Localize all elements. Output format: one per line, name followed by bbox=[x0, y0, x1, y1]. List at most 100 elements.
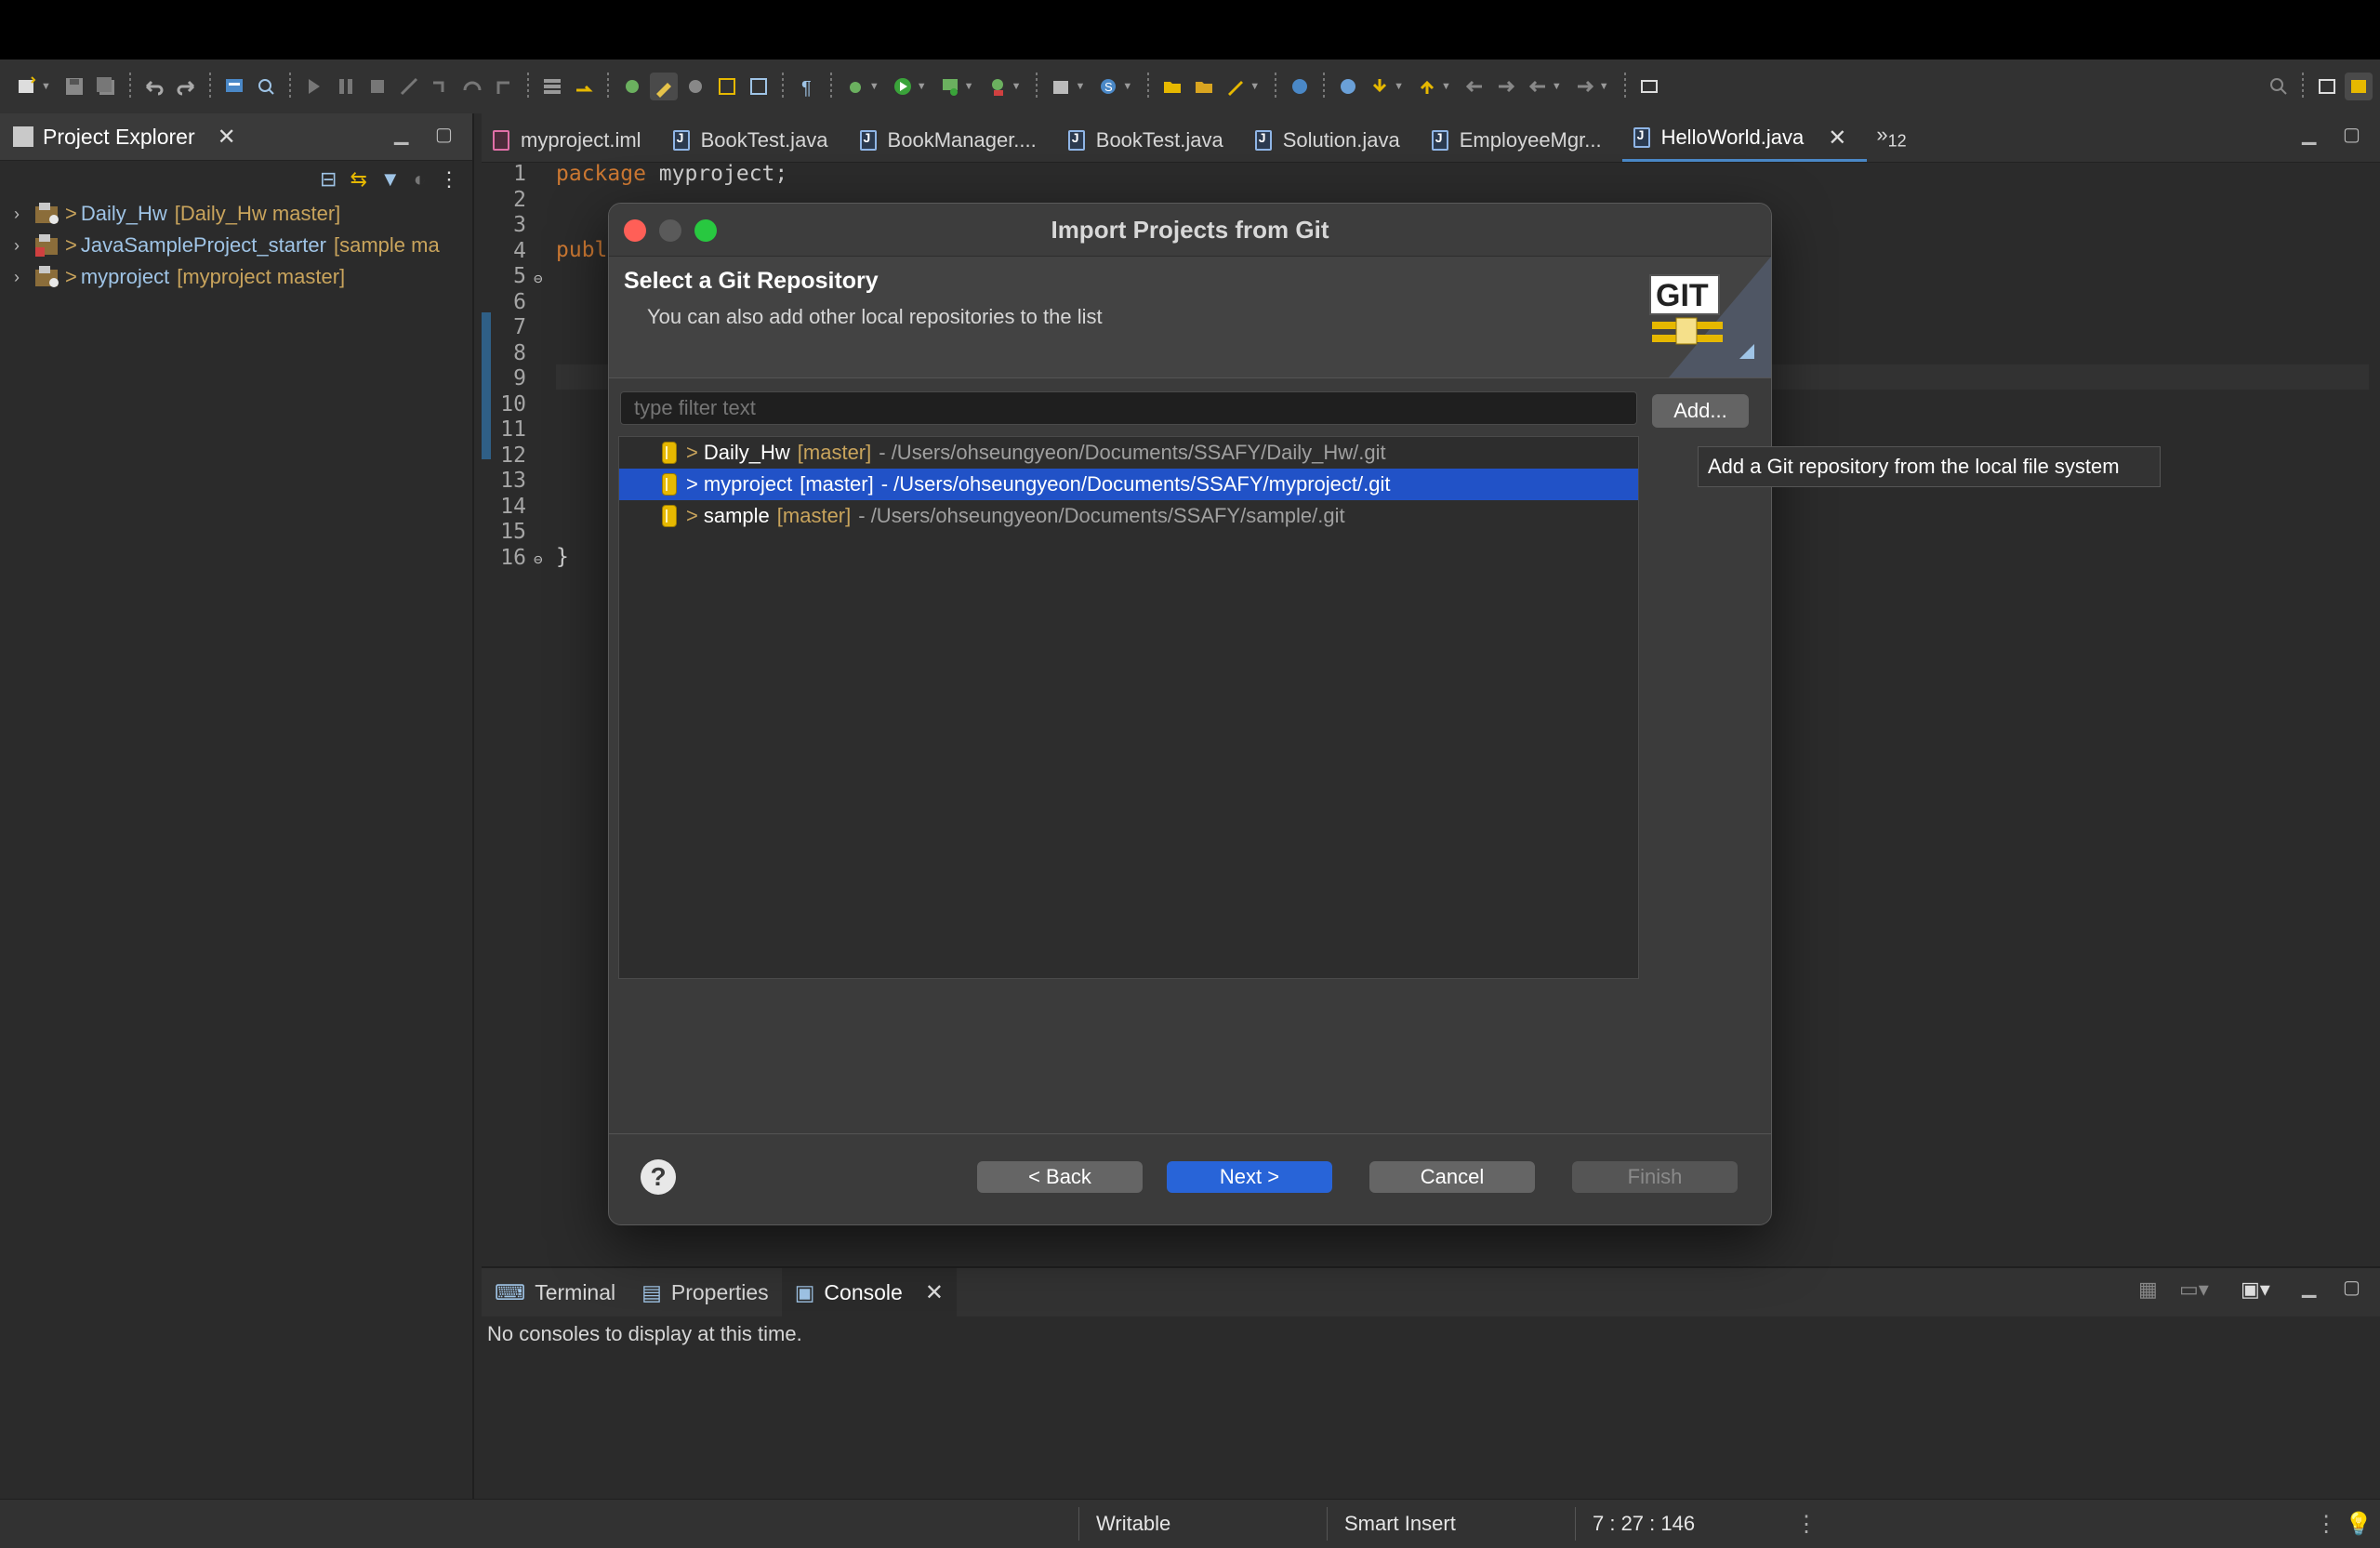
save-icon[interactable] bbox=[60, 73, 88, 100]
disconnect-icon[interactable] bbox=[395, 73, 423, 100]
minimize-window-icon[interactable] bbox=[659, 219, 681, 242]
editor-tab[interactable]: Solution.java bbox=[1244, 119, 1421, 162]
console-view-icon[interactable] bbox=[220, 73, 248, 100]
resume-icon[interactable] bbox=[300, 73, 328, 100]
terminate-icon[interactable] bbox=[364, 73, 391, 100]
highlight-icon[interactable] bbox=[649, 73, 678, 100]
close-window-icon[interactable] bbox=[624, 219, 646, 242]
editor-tab[interactable]: myproject.iml bbox=[482, 119, 662, 162]
web-browser-icon[interactable] bbox=[1286, 73, 1314, 100]
fold-icon[interactable]: ⊖ bbox=[534, 550, 543, 568]
lightbulb-icon[interactable]: 💡 bbox=[2345, 1511, 2373, 1538]
deploy-icon[interactable] bbox=[570, 73, 598, 100]
filter-input[interactable] bbox=[620, 391, 1637, 425]
tree-item-project[interactable]: › > myproject [myproject master] bbox=[0, 261, 472, 293]
new-class-icon[interactable]: S bbox=[1094, 73, 1122, 100]
line-number: 15 bbox=[500, 520, 526, 544]
maximize-icon[interactable]: ▢ bbox=[2343, 1276, 2360, 1299]
repository-item[interactable]: > Daily_Hw [master] - /Users/ohseungyeon… bbox=[619, 437, 1638, 469]
status-menu-icon[interactable]: ⋮ bbox=[1795, 1511, 1818, 1538]
pin-console-icon[interactable]: ▦ bbox=[2138, 1277, 2158, 1302]
console-icon: ▣ bbox=[794, 1279, 815, 1304]
block-select-icon[interactable] bbox=[745, 73, 773, 100]
tab-console[interactable]: ▣ Console ✕ bbox=[781, 1268, 957, 1316]
editor-tab[interactable]: BookManager.... bbox=[849, 119, 1057, 162]
suspend-icon[interactable] bbox=[332, 73, 360, 100]
redo-icon[interactable] bbox=[172, 73, 200, 100]
display-console-icon[interactable]: ▭▾ bbox=[2179, 1277, 2209, 1302]
tree-item-project[interactable]: › > JavaSampleProject_starter [sample ma bbox=[0, 230, 472, 261]
repository-item-selected[interactable]: > myproject [master] - /Users/ohseungyeo… bbox=[619, 469, 1638, 500]
editor-tab[interactable]: BookTest.java bbox=[1057, 119, 1244, 162]
open-type-icon[interactable] bbox=[618, 73, 646, 100]
save-all-icon[interactable] bbox=[92, 73, 120, 100]
toggle-icon[interactable] bbox=[713, 73, 741, 100]
new-package-icon[interactable] bbox=[1047, 73, 1075, 100]
step-over-icon[interactable] bbox=[458, 73, 486, 100]
maximize-icon[interactable]: ▢ bbox=[2343, 123, 2360, 146]
expand-arrow-icon[interactable]: › bbox=[0, 236, 33, 256]
back-icon[interactable] bbox=[1524, 73, 1552, 100]
pin-editor-icon[interactable] bbox=[1635, 73, 1663, 100]
open-perspective-icon[interactable] bbox=[2313, 73, 2341, 100]
project-explorer-tab[interactable]: Project Explorer ✕ bbox=[0, 113, 249, 160]
tab-properties[interactable]: ▤ Properties bbox=[628, 1268, 782, 1316]
next-annotation-icon[interactable] bbox=[1366, 73, 1394, 100]
pen-icon[interactable] bbox=[1222, 73, 1250, 100]
repository-list[interactable]: > Daily_Hw [master] - /Users/ohseungyeon… bbox=[618, 436, 1639, 979]
zoom-window-icon[interactable] bbox=[694, 219, 717, 242]
open-console-icon[interactable]: ▣▾ bbox=[2241, 1277, 2270, 1302]
close-icon[interactable]: ✕ bbox=[925, 1279, 944, 1306]
expand-arrow-icon[interactable]: › bbox=[0, 268, 33, 287]
forward-edit-icon[interactable] bbox=[1492, 73, 1520, 100]
view-menu-icon[interactable]: ⋮ bbox=[439, 167, 459, 192]
line-number-gutter: 1 2 3 4 5 6 7 8 9 10 11 12 13 14 15 16 bbox=[482, 162, 537, 571]
cancel-button[interactable]: Cancel bbox=[1369, 1161, 1535, 1193]
filter-icon[interactable]: ▼ bbox=[380, 167, 401, 192]
collapse-all-icon[interactable]: ⊟ bbox=[320, 167, 337, 192]
tab-overflow-button[interactable]: »12 bbox=[1876, 123, 1906, 151]
link-with-editor-icon[interactable]: ⇆ bbox=[350, 167, 366, 192]
forward-icon[interactable] bbox=[1571, 73, 1599, 100]
editor-tab[interactable]: BookTest.java bbox=[662, 119, 849, 162]
repository-item[interactable]: > sample [master] - /Users/ohseungyeon/D… bbox=[619, 500, 1638, 532]
mark-icon[interactable] bbox=[681, 73, 709, 100]
prev-annotation-icon[interactable] bbox=[1413, 73, 1441, 100]
tab-terminal[interactable]: ⌨ Terminal bbox=[482, 1268, 628, 1316]
close-tab-icon[interactable]: ✕ bbox=[1828, 125, 1846, 152]
status-menu-icon[interactable]: ⋮ bbox=[2315, 1511, 2337, 1538]
debug-icon[interactable] bbox=[841, 73, 869, 100]
java-perspective-icon[interactable] bbox=[2345, 73, 2373, 100]
next-button[interactable]: Next > bbox=[1167, 1161, 1332, 1193]
step-into-icon[interactable] bbox=[427, 73, 455, 100]
maximize-icon[interactable]: ▢ bbox=[435, 123, 453, 146]
undo-icon[interactable] bbox=[140, 73, 168, 100]
editor-tab-active[interactable]: HelloWorld.java ✕ bbox=[1621, 116, 1868, 162]
show-whitespace-icon[interactable]: ¶ bbox=[793, 73, 821, 100]
open-folder-icon[interactable] bbox=[1158, 73, 1186, 100]
new-icon[interactable] bbox=[13, 73, 41, 100]
search-globe-icon[interactable] bbox=[1334, 73, 1362, 100]
last-edit-icon[interactable] bbox=[1461, 73, 1488, 100]
back-button[interactable]: < Back bbox=[977, 1161, 1143, 1193]
minimize-icon[interactable]: ▁ bbox=[2302, 1276, 2316, 1299]
search-icon[interactable] bbox=[2265, 73, 2293, 100]
minimize-icon[interactable]: ▁ bbox=[2302, 123, 2316, 146]
expand-arrow-icon[interactable]: › bbox=[0, 205, 33, 224]
editor-tab[interactable]: EmployeeMgr... bbox=[1421, 119, 1622, 162]
search-task-icon[interactable] bbox=[252, 73, 280, 100]
coverage-icon[interactable] bbox=[936, 73, 964, 100]
step-return-icon[interactable] bbox=[490, 73, 518, 100]
help-button[interactable]: ? bbox=[641, 1159, 676, 1195]
close-icon[interactable]: ✕ bbox=[218, 124, 236, 151]
external-tools-icon[interactable] bbox=[984, 73, 1012, 100]
git-project-error-icon bbox=[33, 232, 61, 258]
fold-icon[interactable]: ⊖ bbox=[534, 270, 543, 287]
run-icon[interactable] bbox=[889, 73, 917, 100]
build-icon[interactable] bbox=[538, 73, 566, 100]
open-project-icon[interactable] bbox=[1190, 73, 1218, 100]
add-button[interactable]: Add... bbox=[1652, 394, 1749, 428]
minimize-icon[interactable]: ▁ bbox=[394, 123, 408, 146]
tree-item-project[interactable]: › > Daily_Hw [Daily_Hw master] bbox=[0, 198, 472, 230]
focus-icon[interactable]: ◐ bbox=[414, 167, 426, 192]
